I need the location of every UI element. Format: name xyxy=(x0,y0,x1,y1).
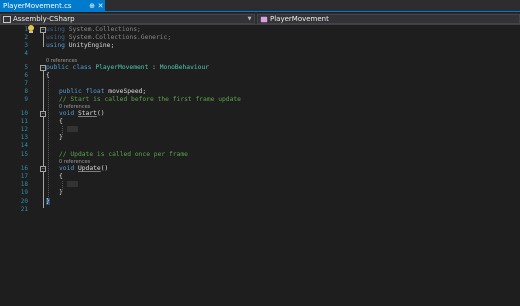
project-dropdown[interactable]: Assembly-CSharp ▼ xyxy=(0,14,255,24)
line-number: 9 xyxy=(24,96,28,103)
comment-line: // Update is called once per frame xyxy=(59,151,188,158)
code-line: public float moveSpeed; xyxy=(59,88,147,95)
line-number: 3 xyxy=(24,42,28,49)
class-icon xyxy=(260,16,268,22)
line-number: 5 xyxy=(24,64,28,71)
code-line: public class PlayerMovement : MonoBehavi… xyxy=(46,64,210,71)
close-icon[interactable]: ✕ xyxy=(96,2,105,10)
member-name: PlayerMovement xyxy=(270,15,329,23)
fold-line xyxy=(43,117,44,138)
fold-line xyxy=(43,33,44,47)
line-number: 19 xyxy=(20,189,28,196)
line-number: 4 xyxy=(24,50,28,57)
line-number: 17 xyxy=(20,173,28,180)
line-number: 12 xyxy=(20,126,28,133)
chevron-down-icon: ▼ xyxy=(247,16,252,22)
code-line: { xyxy=(46,72,50,79)
code-line: } xyxy=(46,198,50,205)
navigation-bar: Assembly-CSharp ▼ PlayerMovement xyxy=(0,13,520,25)
line-number: 15 xyxy=(20,151,28,158)
indent-guide xyxy=(48,80,49,201)
code-line: void Update() xyxy=(59,165,109,172)
tab-title: PlayerMovement.cs xyxy=(3,2,72,10)
line-number: 10 xyxy=(20,110,28,117)
empty-line-placeholder xyxy=(67,181,78,187)
line-number: 13 xyxy=(20,134,28,141)
empty-line-placeholder xyxy=(67,126,78,132)
tab-player-movement[interactable]: PlayerMovement.cs ⊕ ✕ xyxy=(0,0,105,12)
vertical-scrollbar[interactable] xyxy=(514,26,520,306)
project-name: Assembly-CSharp xyxy=(13,15,75,23)
document-tab-strip: PlayerMovement.cs ⊕ ✕ xyxy=(0,0,520,12)
code-line: using System.Collections; xyxy=(46,26,141,33)
line-number: 2 xyxy=(24,34,28,41)
pin-icon[interactable]: ⊕ xyxy=(88,2,96,10)
code-line: using UnityEngine; xyxy=(46,42,115,49)
line-number: 6 xyxy=(24,72,28,79)
line-number: 20 xyxy=(20,198,28,205)
line-number: 7 xyxy=(24,80,28,87)
line-number: 8 xyxy=(24,88,28,95)
code-editor[interactable]: 1 2 3 4 5 6 7 8 9 10 11 12 13 14 15 16 1… xyxy=(0,25,520,306)
code-line: { xyxy=(59,173,63,180)
line-number: 1 xyxy=(24,26,28,33)
line-number-gutter: 1 2 3 4 5 6 7 8 9 10 11 12 13 14 15 16 1… xyxy=(0,25,40,306)
line-number: 11 xyxy=(20,118,28,125)
member-dropdown[interactable]: PlayerMovement xyxy=(257,14,520,24)
line-number: 16 xyxy=(20,165,28,172)
code-line: } xyxy=(59,134,63,141)
line-number: 21 xyxy=(20,206,28,213)
code-line: } xyxy=(59,189,63,196)
code-line: { xyxy=(59,118,63,125)
line-number: 14 xyxy=(20,142,28,149)
line-number: 18 xyxy=(20,181,28,188)
code-line: using System.Collections.Generic; xyxy=(46,34,172,41)
csharp-project-icon xyxy=(3,15,11,23)
comment-line: // Start is called before the first fram… xyxy=(59,96,241,103)
lightbulb-icon[interactable] xyxy=(27,25,35,34)
fold-line xyxy=(43,172,44,193)
code-line: void Start() xyxy=(59,110,105,117)
